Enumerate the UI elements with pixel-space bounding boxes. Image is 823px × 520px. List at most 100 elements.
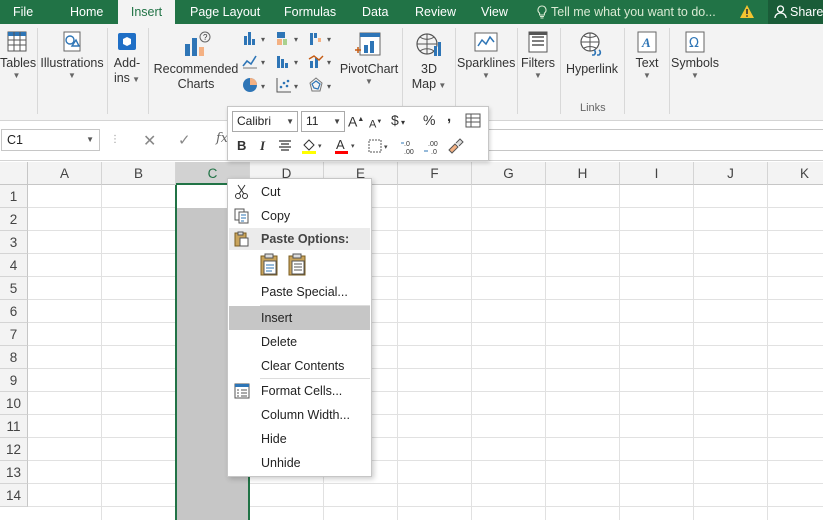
hierarchy-chart-icon[interactable]: ▾ [275, 30, 305, 46]
align-center-icon[interactable] [278, 140, 292, 152]
row-header-6[interactable]: 6 [0, 300, 28, 323]
row-header-12[interactable]: 12 [0, 438, 28, 461]
sparklines-label: Sparklines [457, 56, 516, 70]
row-header-14[interactable]: 14 [0, 484, 28, 507]
chevron-down-icon: ▼ [12, 71, 21, 80]
menu-item-unhide[interactable]: Unhide [229, 451, 370, 475]
chevron-down-icon: ▼ [534, 71, 542, 80]
hyperlink-button[interactable]: Hyperlink [563, 30, 621, 77]
column-header-h[interactable]: H [546, 162, 620, 185]
column-header-j[interactable]: J [694, 162, 768, 185]
menu-item-clear-contents[interactable]: Clear Contents [229, 354, 370, 378]
column-header-k[interactable]: K [768, 162, 823, 185]
recommended-charts-button[interactable]: ? Recommended Charts [153, 30, 239, 92]
row-header-13[interactable]: 13 [0, 461, 28, 484]
add-ins-button[interactable]: Add- ins ▼ [110, 30, 144, 87]
tab-view[interactable]: View [481, 0, 508, 24]
font-color-icon[interactable]: A ▾ [334, 137, 358, 155]
menu-item-paste-special[interactable]: Paste Special... [229, 280, 370, 304]
tell-me-box[interactable]: Tell me what you want to do... [536, 0, 716, 24]
formula-bar-handle[interactable]: ⋮ [110, 134, 120, 145]
row-header-9[interactable]: 9 [0, 369, 28, 392]
tab-data[interactable]: Data [362, 0, 388, 24]
tab-insert[interactable]: Insert [118, 0, 175, 24]
pie-chart-icon[interactable]: ▾ [242, 76, 272, 94]
radar-chart-icon[interactable]: ▾ [308, 76, 338, 94]
decrease-font-size-icon[interactable]: A▼ [369, 113, 382, 134]
menu-item-column-width[interactable]: Column Width... [229, 403, 370, 427]
column-header-i[interactable]: I [620, 162, 694, 185]
pivotchart-button[interactable]: PivotChart ▼ [339, 30, 399, 87]
menu-item-copy[interactable]: Copy [229, 204, 370, 228]
font-name-box[interactable]: Calibri ▼ [232, 111, 298, 132]
comma-style-icon[interactable]: , [447, 108, 451, 126]
font-size-box[interactable]: 11 ▼ [301, 111, 345, 132]
combo-chart-icon[interactable]: ▾ [308, 53, 338, 69]
warning-icon[interactable] [739, 4, 755, 19]
cancel-entry-icon[interactable]: ✕ [143, 131, 156, 151]
name-box[interactable]: C1 ▼ [1, 129, 100, 151]
menu-item-format-cells[interactable]: Format Cells... [229, 379, 370, 403]
tables-button[interactable]: Tables ▼ [0, 30, 36, 81]
scatter-chart-icon[interactable]: ▾ [275, 76, 305, 94]
bold-button[interactable]: B [237, 137, 246, 155]
column-chart-icon[interactable]: ▾ [242, 30, 272, 46]
borders-icon[interactable]: ▾ [368, 139, 392, 153]
symbols-button[interactable]: Ω Symbols ▼ [671, 30, 719, 81]
row-header-4[interactable]: 4 [0, 254, 28, 277]
tab-file[interactable]: File [13, 0, 33, 24]
filters-button[interactable]: Filters ▼ [519, 30, 557, 81]
menu-item-delete[interactable]: Delete [229, 330, 370, 354]
column-header-g[interactable]: G [472, 162, 546, 185]
filters-label: Filters [520, 56, 556, 70]
chevron-down-icon[interactable]: ▼ [86, 130, 94, 150]
text-button[interactable]: A Text ▼ [628, 30, 666, 81]
column-header-f[interactable]: F [398, 162, 472, 185]
tab-home[interactable]: Home [70, 0, 103, 24]
statistic-chart-icon[interactable]: ▾ [275, 53, 305, 69]
increase-font-size-icon[interactable]: A▲ [348, 111, 364, 131]
row-header-10[interactable]: 10 [0, 392, 28, 415]
waterfall-chart-icon[interactable]: ▾ [308, 30, 338, 46]
paste-icon[interactable] [259, 253, 281, 277]
svg-text:▾: ▾ [351, 143, 355, 150]
row-header-11[interactable]: 11 [0, 415, 28, 438]
currency-format-icon[interactable]: $ ▾ [391, 111, 405, 132]
format-painter-icon[interactable] [446, 138, 464, 154]
svg-text:.0: .0 [431, 149, 437, 155]
slicer-icon [528, 31, 548, 53]
select-all-corner[interactable] [0, 162, 28, 185]
format-painter-table-icon[interactable] [465, 113, 481, 128]
tab-formulas[interactable]: Formulas [284, 0, 336, 24]
row-header-8[interactable]: 8 [0, 346, 28, 369]
share-button[interactable]: Share [768, 0, 823, 24]
menu-item-hide[interactable]: Hide [229, 427, 370, 451]
sparklines-button[interactable]: Sparklines ▼ [457, 30, 515, 81]
increase-decimal-icon[interactable]: .0.00 [400, 139, 420, 155]
percent-style-icon[interactable]: % [423, 111, 435, 129]
ribbon-separator [560, 28, 561, 114]
3d-map-button[interactable]: 3D Map ▼ [406, 30, 452, 93]
row-header-5[interactable]: 5 [0, 277, 28, 300]
row-header-3[interactable]: 3 [0, 231, 28, 254]
paste-values-icon[interactable] [287, 253, 309, 277]
column-header-b[interactable]: B [102, 162, 176, 185]
tab-page-layout[interactable]: Page Layout [190, 0, 260, 24]
line-chart-icon[interactable]: ▾ [242, 53, 272, 69]
fill-color-icon[interactable]: ▾ [301, 137, 325, 155]
row-header-2[interactable]: 2 [0, 208, 28, 231]
cell-area[interactable] [28, 185, 823, 520]
add-ins-label-1: Add- [113, 56, 141, 70]
italic-button[interactable]: I [260, 137, 265, 155]
confirm-entry-icon[interactable]: ✓ [178, 131, 191, 149]
chevron-down-icon[interactable]: ▼ [333, 112, 341, 131]
illustrations-button[interactable]: Illustrations ▼ [40, 30, 104, 81]
column-header-a[interactable]: A [28, 162, 102, 185]
menu-item-insert[interactable]: Insert [229, 306, 370, 330]
tab-review[interactable]: Review [415, 0, 456, 24]
row-header-1[interactable]: 1 [0, 185, 28, 208]
menu-item-cut[interactable]: Cut [229, 180, 370, 204]
decrease-decimal-icon[interactable]: .00.0 [423, 139, 443, 155]
row-header-7[interactable]: 7 [0, 323, 28, 346]
chevron-down-icon[interactable]: ▼ [286, 112, 294, 131]
